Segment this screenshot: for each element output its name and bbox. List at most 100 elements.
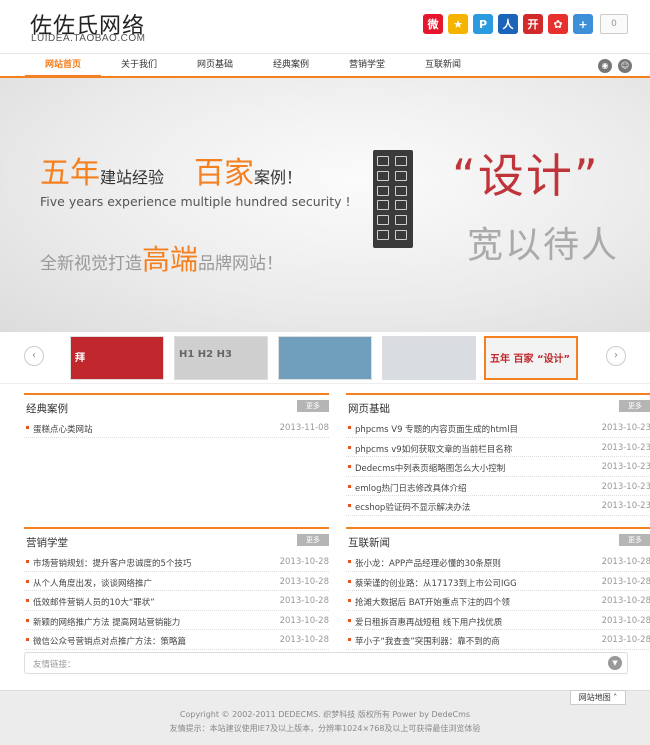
- article-link[interactable]: 蔡荣谨的创业路：从17173到上市公司IGG: [355, 577, 517, 589]
- banner-tagline: 全新视觉打造高端品牌网站！: [40, 243, 284, 276]
- article-link[interactable]: Dedecms中列表页缩略图怎么大小控制: [355, 462, 505, 474]
- list-item[interactable]: 蛋糕点心类网站 2013-11-08: [24, 418, 329, 438]
- banner-thumbnail[interactable]: [382, 336, 476, 380]
- logo-subtitle: LUIDEA.TAOBAO.COM: [31, 33, 146, 44]
- bullet-icon: [348, 618, 351, 622]
- article-link[interactable]: 爱日租拆百惠再战短租 线下用户找优质: [355, 616, 502, 628]
- more-button[interactable]: 更多: [619, 400, 650, 412]
- list-item[interactable]: 从个人角度出发，谈谈网络推广 2013-10-28: [24, 572, 329, 591]
- article-link[interactable]: 张小龙：APP产品经理必懂的30条原则: [355, 557, 501, 569]
- article-link[interactable]: 苹小子“我查查”突围利器：靠不到的商: [355, 635, 500, 647]
- article-link[interactable]: 抢滩大数据后 BAT开始重点下注的四个领: [355, 596, 510, 608]
- bullet-icon: [26, 579, 29, 583]
- list-item[interactable]: phpcms v9如何获取文章的当前栏目名称 2013-10-23: [346, 438, 650, 457]
- list-item[interactable]: Dedecms中列表页缩略图怎么大小控制 2013-10-23: [346, 457, 650, 477]
- list-item[interactable]: ecshop验证码不显示解决办法 2013-10-23: [346, 496, 650, 516]
- copyright-text: Copyright © 2002-2011 DEDECMS. 织梦科技 版权所有…: [179, 710, 471, 719]
- list-item[interactable]: 低效邮件营销人员的10大“罪状” 2013-10-28: [24, 591, 329, 611]
- chevron-down-icon[interactable]: ▼: [608, 656, 622, 670]
- qzone-icon[interactable]: ★: [448, 14, 468, 34]
- article-date: 2013-10-23: [601, 481, 650, 492]
- bullet-icon: [26, 638, 29, 641]
- qq-follow-icon[interactable]: ☺: [618, 59, 632, 73]
- share-count: 0: [600, 14, 628, 34]
- list-item[interactable]: 蔡荣谨的创业路：从17173到上市公司IGG 2013-10-28: [346, 572, 650, 591]
- section-title: 营销学堂: [26, 537, 68, 549]
- list-item[interactable]: 市场营销规划：提升客户忠诚度的5个技巧 2013-10-28: [24, 552, 329, 572]
- bullet-icon: [26, 599, 29, 602]
- weibo-follow-icon[interactable]: ◉: [598, 59, 612, 73]
- thumbnail-label: 五年 百家 “设计”: [490, 354, 571, 365]
- bullet-icon: [348, 484, 351, 488]
- article-date: 2013-10-28: [279, 596, 329, 606]
- article-link[interactable]: ecshop验证码不显示解决办法: [355, 501, 470, 513]
- chevron-right-icon[interactable]: ›: [606, 346, 626, 366]
- article-link[interactable]: phpcms v9如何获取文章的当前栏目名称: [355, 443, 512, 455]
- article-date: 2013-10-28: [601, 576, 650, 587]
- list-item[interactable]: 苹小子“我查查”突围利器：靠不到的商 2013-10-28: [346, 630, 650, 650]
- banner-thumbnail[interactable]: 拜: [70, 336, 164, 380]
- list-item[interactable]: phpcms V9 专题的内容页面生成的html目 2013-10-23: [346, 418, 650, 438]
- article-date: 2013-10-23: [601, 462, 650, 472]
- bullet-icon: [348, 445, 351, 449]
- bullet-icon: [26, 560, 29, 563]
- banner-thumbnail[interactable]: 五年 百家 “设计”: [484, 336, 578, 380]
- nav-item[interactable]: 网站首页: [25, 54, 101, 77]
- banner-design-word: “设计”: [452, 149, 600, 203]
- section-news: 互联新闻 更多 张小龙：APP产品经理必懂的30条原则 2013-10-28 蔡荣谨的…: [346, 527, 650, 650]
- article-date: 2013-10-23: [601, 501, 650, 511]
- section-marketing: 营销学堂 更多 市场营销规划：提升客户忠诚度的5个技巧 2013-10-28 从个人角…: [24, 527, 329, 650]
- nav-tools: ◉ ☺: [598, 59, 632, 73]
- list-item[interactable]: emlog热门日志修改具体介绍 2013-10-23: [346, 477, 650, 496]
- nav-item[interactable]: 关于我们: [101, 54, 177, 77]
- article-date: 2013-10-28: [279, 615, 329, 626]
- article-link[interactable]: 市场营销规划：提升客户忠诚度的5个技巧: [33, 557, 191, 569]
- hero-banner[interactable]: 五年建站经验 百家案例！ Five years experience multip…: [0, 78, 650, 332]
- nav-item[interactable]: 经典案例: [253, 54, 329, 77]
- banner-slogan: 宽以待人: [467, 225, 620, 266]
- list-item[interactable]: 爱日租拆百惠再战短租 线下用户找优质 2013-10-28: [346, 611, 650, 630]
- bullet-icon: [26, 618, 29, 622]
- qq-friend-icon[interactable]: ✿: [548, 14, 568, 34]
- article-date: 2013-10-23: [601, 423, 650, 433]
- banner-thumbnail[interactable]: [278, 336, 372, 380]
- article-date: 2013-10-28: [601, 557, 650, 567]
- list-item[interactable]: 微信公众号营销点对点推广方法：策略篇 2013-10-28: [24, 630, 329, 650]
- thumbnail-label: 拜: [75, 353, 85, 364]
- section-cases: 经典案例 更多 蛋糕点心类网站 2013-11-08: [24, 393, 329, 438]
- article-date: 2013-10-28: [601, 615, 650, 626]
- design-toolbox-graphic: [373, 150, 413, 248]
- bullet-icon: [348, 638, 351, 641]
- section-title: 经典案例: [26, 403, 68, 415]
- list-item[interactable]: 张小龙：APP产品经理必懂的30条原则 2013-10-28: [346, 552, 650, 572]
- more-button[interactable]: 更多: [297, 400, 329, 412]
- plus-share-icon[interactable]: +: [573, 14, 593, 34]
- list-item[interactable]: 抢滩大数据后 BAT开始重点下注的四个领 2013-10-28: [346, 591, 650, 611]
- main-nav: 网站首页 关于我们 网页基础 经典案例 营销学堂 互联新闻 ◉ ☺: [0, 53, 650, 78]
- article-link[interactable]: 新颖的网络推广方法 提高网站营销能力: [33, 616, 180, 628]
- article-link[interactable]: phpcms V9 专题的内容页面生成的html目: [355, 423, 518, 435]
- more-button[interactable]: 更多: [297, 534, 329, 546]
- banner-thumbnail-strip: ‹ › 拜 H1 H2 H3 五年 百家 “设计”: [0, 332, 650, 384]
- site-footer: 网站地图 ˄ Copyright © 2002-2011 DEDECMS. 织梦…: [0, 690, 650, 745]
- list-item[interactable]: 新颖的网络推广方法 提高网站营销能力 2013-10-28: [24, 611, 329, 630]
- more-button[interactable]: 更多: [619, 534, 650, 546]
- nav-item[interactable]: 互联新闻: [405, 54, 481, 77]
- tencent-weibo-icon[interactable]: P: [473, 14, 493, 34]
- kaixin-icon[interactable]: 开: [523, 14, 543, 34]
- nav-item[interactable]: 网页基础: [177, 54, 253, 77]
- renren-icon[interactable]: 人: [498, 14, 518, 34]
- weibo-icon[interactable]: 微: [423, 14, 443, 34]
- article-link[interactable]: 从个人角度出发，谈谈网络推广: [33, 577, 152, 589]
- nav-item[interactable]: 营销学堂: [329, 54, 405, 77]
- browser-tip: 友情提示：本站建议使用IE7及以上版本，分辨率1024×768及以上可获得最佳浏…: [169, 724, 481, 733]
- friend-links-label: 友情链接：: [33, 660, 76, 670]
- banner-headline: 五年建站经验 百家案例！: [40, 156, 303, 191]
- article-link[interactable]: emlog热门日志修改具体介绍: [355, 482, 466, 494]
- article-link[interactable]: 蛋糕点心类网站: [33, 423, 93, 435]
- banner-thumbnail[interactable]: H1 H2 H3: [174, 336, 268, 380]
- article-link[interactable]: 微信公众号营销点对点推广方法：策略篇: [33, 635, 186, 647]
- sitemap-button[interactable]: 网站地图 ˄: [570, 690, 626, 705]
- chevron-left-icon[interactable]: ‹: [24, 346, 44, 366]
- article-link[interactable]: 低效邮件营销人员的10大“罪状”: [33, 596, 155, 608]
